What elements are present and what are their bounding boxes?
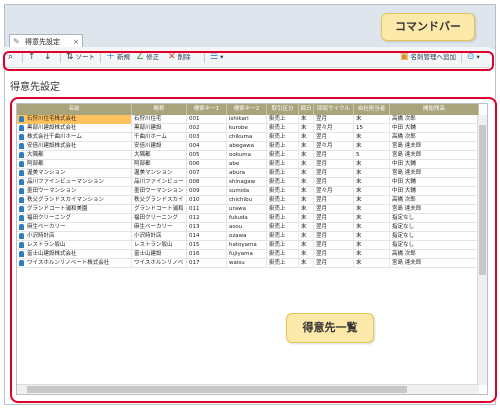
customer-list-highlight [10, 97, 497, 403]
command-bar-callout: コマンドバー [381, 13, 475, 41]
command-bar-highlight [3, 51, 494, 71]
page-title: 得意先設定 [10, 82, 60, 93]
tools-icon: ✎ [13, 37, 20, 46]
customer-list-callout: 得意先一覧 [286, 313, 374, 343]
